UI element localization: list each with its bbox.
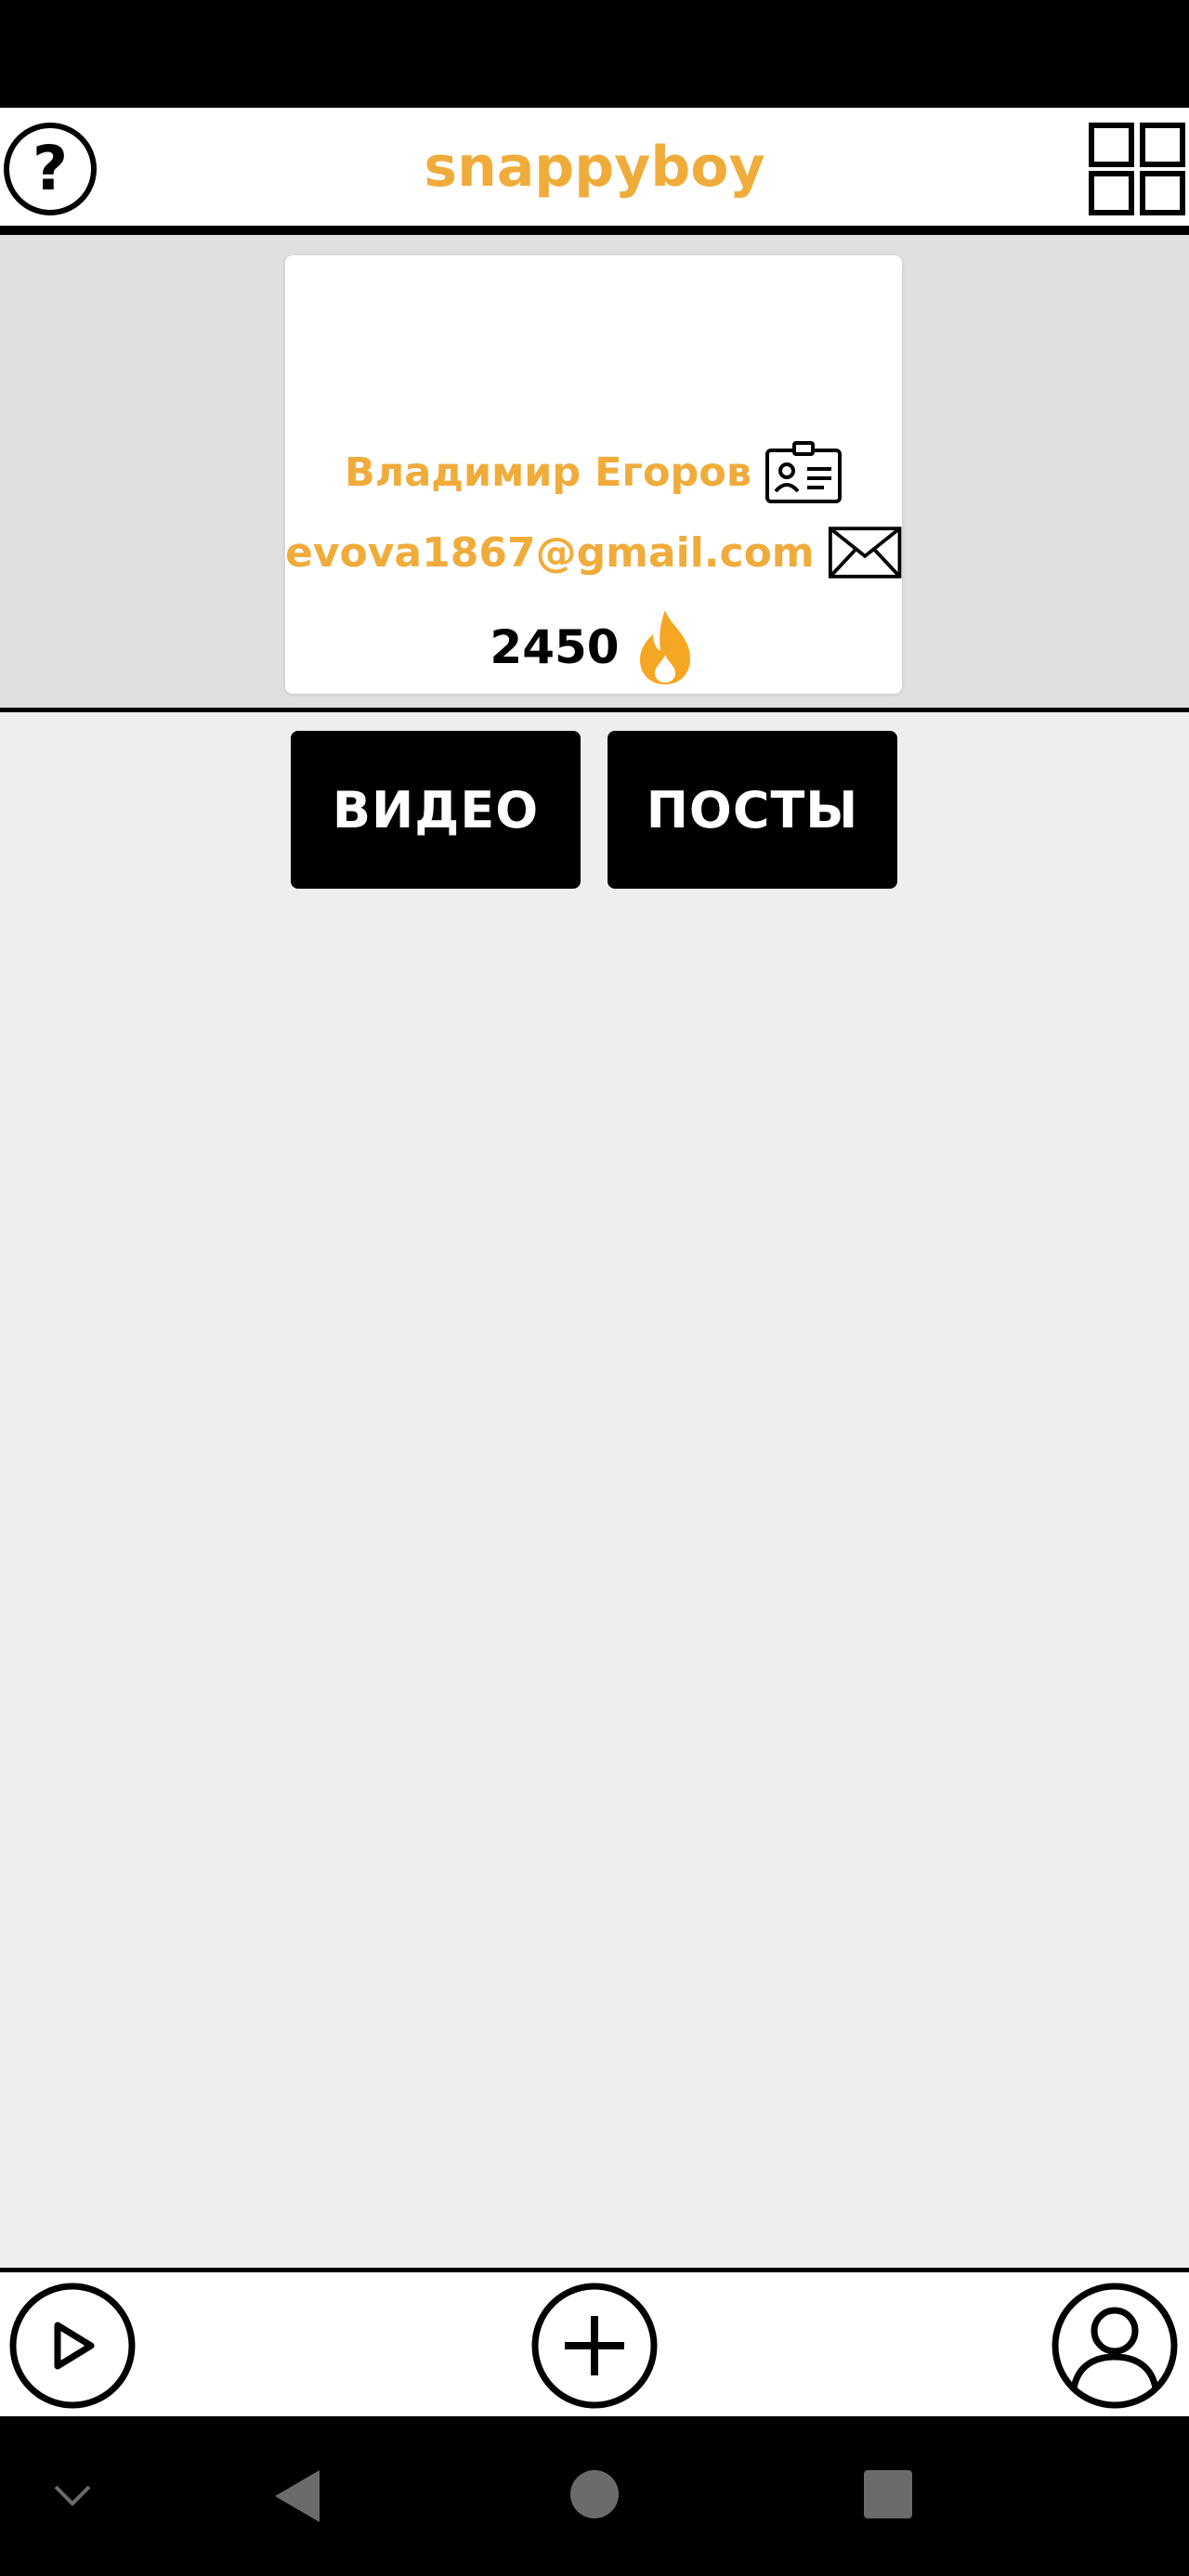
fire-icon xyxy=(639,610,690,684)
bottom-nav xyxy=(0,2268,1189,2416)
profile-section: Владимир Егоров evova1867@gmail.com 2450 xyxy=(0,235,1189,710)
app-header: ? snappyboy xyxy=(0,108,1189,230)
id-card-icon xyxy=(765,441,843,503)
envelope-icon xyxy=(828,527,902,579)
grid-icon[interactable] xyxy=(1089,123,1185,215)
profile-name: Владимир Егоров xyxy=(344,449,752,496)
chevron-down-icon[interactable] xyxy=(52,2481,93,2509)
user-icon[interactable] xyxy=(1050,2281,1180,2411)
profile-score-row: 2450 xyxy=(285,608,902,686)
status-bar xyxy=(0,0,1189,108)
plus-icon[interactable] xyxy=(529,2281,660,2411)
tab-posts[interactable]: ПОСТЫ xyxy=(608,731,897,889)
app-title: snappyboy xyxy=(424,135,765,200)
tab-video[interactable]: ВИДЕО xyxy=(291,731,581,889)
recents-icon[interactable] xyxy=(862,2468,914,2520)
profile-card: Владимир Егоров evova1867@gmail.com 2450 xyxy=(285,255,902,694)
home-icon[interactable] xyxy=(568,2468,621,2520)
content-area: ВИДЕО ПОСТЫ xyxy=(0,712,1189,2268)
profile-email-row: evova1867@gmail.com xyxy=(285,525,902,580)
back-icon[interactable] xyxy=(271,2468,323,2524)
profile-name-row: Владимир Егоров xyxy=(285,441,902,504)
profile-score: 2450 xyxy=(490,620,620,674)
play-icon[interactable] xyxy=(7,2281,137,2411)
system-nav-bar xyxy=(0,2416,1189,2576)
profile-email: evova1867@gmail.com xyxy=(285,528,815,577)
